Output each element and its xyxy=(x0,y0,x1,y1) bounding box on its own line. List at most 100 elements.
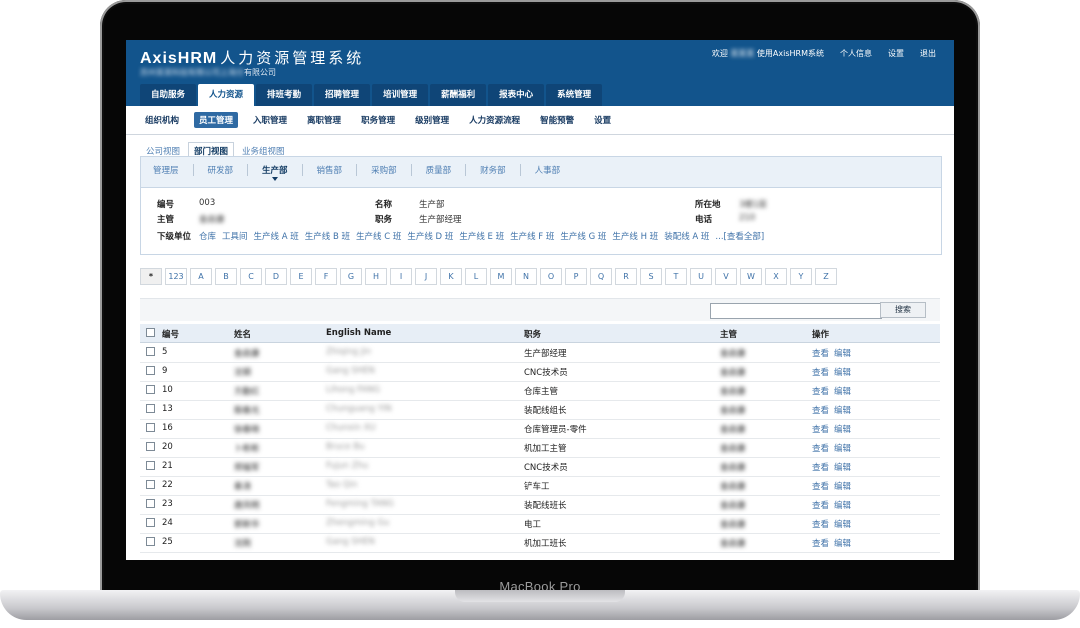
table-row[interactable]: 23 唐凤明 Fengming TANG 装配线班长 金启康 查看 编辑 xyxy=(140,495,940,515)
tab-hr[interactable]: 人力资源 xyxy=(198,84,255,106)
row-checkbox[interactable] xyxy=(146,442,155,451)
col-english-name[interactable]: English Name xyxy=(326,328,391,338)
alpha-filter-letter[interactable]: B xyxy=(215,268,237,285)
row-checkbox[interactable] xyxy=(146,480,155,489)
tab-training[interactable]: 培训管理 xyxy=(372,84,429,106)
subnav-alerts[interactable]: 智能预警 xyxy=(535,112,579,128)
alpha-filter-letter[interactable]: H xyxy=(365,268,387,285)
edit-link[interactable]: 编辑 xyxy=(834,499,851,511)
view-link[interactable]: 查看 xyxy=(812,480,829,492)
table-row[interactable]: 21 郑福军 Fujun Zhu CNC技术员 金启康 查看 编辑 xyxy=(140,457,940,477)
row-checkbox[interactable] xyxy=(146,499,155,508)
alpha-filter-letter[interactable]: N xyxy=(515,268,537,285)
subnav-positions[interactable]: 职务管理 xyxy=(356,112,400,128)
tab-self-service[interactable]: 自助服务 xyxy=(140,84,197,106)
alpha-filter-letter[interactable]: U xyxy=(690,268,712,285)
col-name[interactable]: 姓名 xyxy=(234,328,251,340)
alpha-filter-letter[interactable]: R xyxy=(615,268,637,285)
edit-link[interactable]: 编辑 xyxy=(834,404,851,416)
table-row[interactable]: 22 秦涛 Tao Qin 铲车工 金启康 查看 编辑 xyxy=(140,476,940,496)
view-link[interactable]: 查看 xyxy=(812,499,829,511)
dept-production[interactable]: 生产部 xyxy=(247,164,302,181)
subunit-link[interactable]: 仓库 xyxy=(199,230,216,242)
subnav-employees[interactable]: 员工管理 xyxy=(194,112,239,128)
settings-link[interactable]: 设置 xyxy=(888,48,904,59)
subnav-org[interactable]: 组织机构 xyxy=(140,112,184,128)
subunit-link[interactable]: 生产线 E 班 xyxy=(459,230,504,242)
view-link[interactable]: 查看 xyxy=(812,385,829,397)
subunit-link[interactable]: 生产线 G 班 xyxy=(560,230,606,242)
alpha-filter-letter[interactable]: E xyxy=(290,268,312,285)
row-checkbox[interactable] xyxy=(146,461,155,470)
table-row[interactable]: 24 郭新华 Zhengming Gu 电工 金启康 查看 编辑 xyxy=(140,514,940,534)
alpha-filter-letter[interactable]: G xyxy=(340,268,362,285)
alpha-filter-letter[interactable]: L xyxy=(465,268,487,285)
alpha-filter-letter[interactable]: W xyxy=(740,268,762,285)
dept-finance[interactable]: 财务部 xyxy=(465,164,520,176)
alpha-filter-all[interactable]: * xyxy=(140,268,162,285)
profile-link[interactable]: 个人信息 xyxy=(840,48,872,59)
subnav-hr-process[interactable]: 人力资源流程 xyxy=(464,112,525,128)
view-link[interactable]: 查看 xyxy=(812,423,829,435)
alpha-filter-letter[interactable]: J xyxy=(415,268,437,285)
row-checkbox[interactable] xyxy=(146,366,155,375)
alpha-filter-letter[interactable]: I xyxy=(390,268,412,285)
row-checkbox[interactable] xyxy=(146,347,155,356)
row-checkbox[interactable] xyxy=(146,423,155,432)
alpha-filter-letter[interactable]: M xyxy=(490,268,512,285)
row-checkbox[interactable] xyxy=(146,385,155,394)
subunit-link[interactable]: 装配线 A 班 xyxy=(664,230,709,242)
alpha-filter-letter[interactable]: X xyxy=(765,268,787,285)
tab-reports[interactable]: 报表中心 xyxy=(488,84,545,106)
alpha-filter-letter[interactable]: T xyxy=(665,268,687,285)
edit-link[interactable]: 编辑 xyxy=(834,480,851,492)
row-checkbox[interactable] xyxy=(146,518,155,527)
view-link[interactable]: 查看 xyxy=(812,404,829,416)
subnav-settings[interactable]: 设置 xyxy=(589,112,616,128)
alpha-filter-letter[interactable]: Z xyxy=(815,268,837,285)
alpha-filter-letter[interactable]: D xyxy=(265,268,287,285)
table-row[interactable]: 13 殷春光 Chunguang YIN 装配线组长 金启康 查看 编辑 xyxy=(140,400,940,420)
col-manager[interactable]: 主管 xyxy=(720,328,737,340)
select-all-checkbox[interactable] xyxy=(146,328,155,337)
tab-system[interactable]: 系统管理 xyxy=(546,84,603,106)
subunit-link[interactable]: 工具间 xyxy=(222,230,248,242)
alpha-filter-letter[interactable]: Q xyxy=(590,268,612,285)
alpha-filter-letter[interactable]: F xyxy=(315,268,337,285)
table-row[interactable]: 5 金启康 Zhiqing Jin 生产部经理 金启康 查看 编辑 xyxy=(140,343,940,363)
search-button[interactable]: 搜索 xyxy=(880,302,926,318)
subunit-link[interactable]: 生产线 D 班 xyxy=(407,230,453,242)
tab-attendance[interactable]: 排班考勤 xyxy=(256,84,313,106)
edit-link[interactable]: 编辑 xyxy=(834,366,851,378)
alpha-filter-letter[interactable]: K xyxy=(440,268,462,285)
subunit-link[interactable]: 生产线 A 班 xyxy=(254,230,299,242)
alpha-filter-letter[interactable]: S xyxy=(640,268,662,285)
table-row[interactable]: 10 方勤红 Lihong FANG 仓库主管 金启康 查看 编辑 xyxy=(140,381,940,401)
logout-link[interactable]: 退出 xyxy=(920,48,936,59)
view-link[interactable]: 查看 xyxy=(812,537,829,549)
view-link[interactable]: 查看 xyxy=(812,461,829,473)
dept-quality[interactable]: 质量部 xyxy=(410,164,466,176)
subunit-link[interactable]: 生产线 C 班 xyxy=(356,230,401,242)
alpha-filter-letter[interactable]: C xyxy=(240,268,262,285)
tab-recruitment[interactable]: 招聘管理 xyxy=(314,84,371,106)
search-input[interactable] xyxy=(710,303,882,319)
tab-payroll[interactable]: 薪酬福利 xyxy=(430,84,487,106)
subnav-onboarding[interactable]: 入职管理 xyxy=(248,112,292,128)
edit-link[interactable]: 编辑 xyxy=(834,537,851,549)
view-all-subunits-link[interactable]: ...[查看全部] xyxy=(715,230,764,242)
alpha-filter-letter[interactable]: P xyxy=(565,268,587,285)
edit-link[interactable]: 编辑 xyxy=(834,385,851,397)
col-id[interactable]: 编号 xyxy=(162,328,179,340)
table-row[interactable]: 9 沈钢 Gang SHEN CNC技术员 金启康 查看 编辑 xyxy=(140,362,940,382)
col-position[interactable]: 职务 xyxy=(524,328,541,340)
edit-link[interactable]: 编辑 xyxy=(834,518,851,530)
dept-management[interactable]: 管理层 xyxy=(153,164,193,176)
table-row[interactable]: 16 徐春晓 Chunxin XU 仓库管理员-零件 金启康 查看 编辑 xyxy=(140,419,940,439)
dept-hr[interactable]: 人事部 xyxy=(519,164,575,176)
view-link[interactable]: 查看 xyxy=(812,347,829,359)
edit-link[interactable]: 编辑 xyxy=(834,461,851,473)
subnav-offboarding[interactable]: 离职管理 xyxy=(302,112,346,128)
view-link[interactable]: 查看 xyxy=(812,366,829,378)
row-checkbox[interactable] xyxy=(146,537,155,546)
